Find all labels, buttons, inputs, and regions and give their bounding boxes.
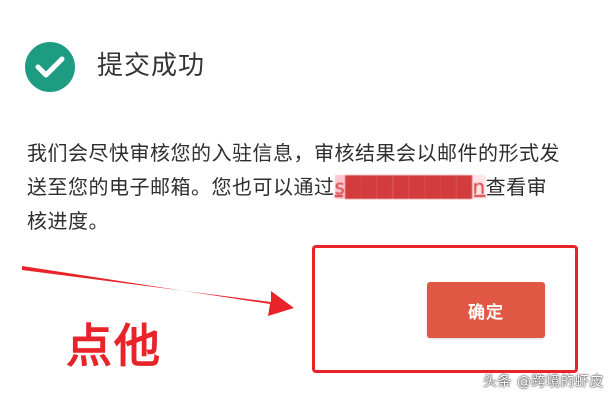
callout-text: 点他 bbox=[66, 319, 162, 373]
watermark: 头条 @跨境的虾皮 bbox=[483, 374, 604, 390]
dialog-title: 提交成功 bbox=[97, 51, 206, 81]
highlight-box-annotation bbox=[312, 245, 578, 373]
progress-link[interactable]: s████████n bbox=[334, 175, 486, 199]
check-circle-icon bbox=[25, 42, 75, 92]
dialog-message: 我们会尽快审核您的入驻信息，审核结果会以邮件的形式发送至您的电子邮箱。您也可以通… bbox=[27, 136, 567, 238]
